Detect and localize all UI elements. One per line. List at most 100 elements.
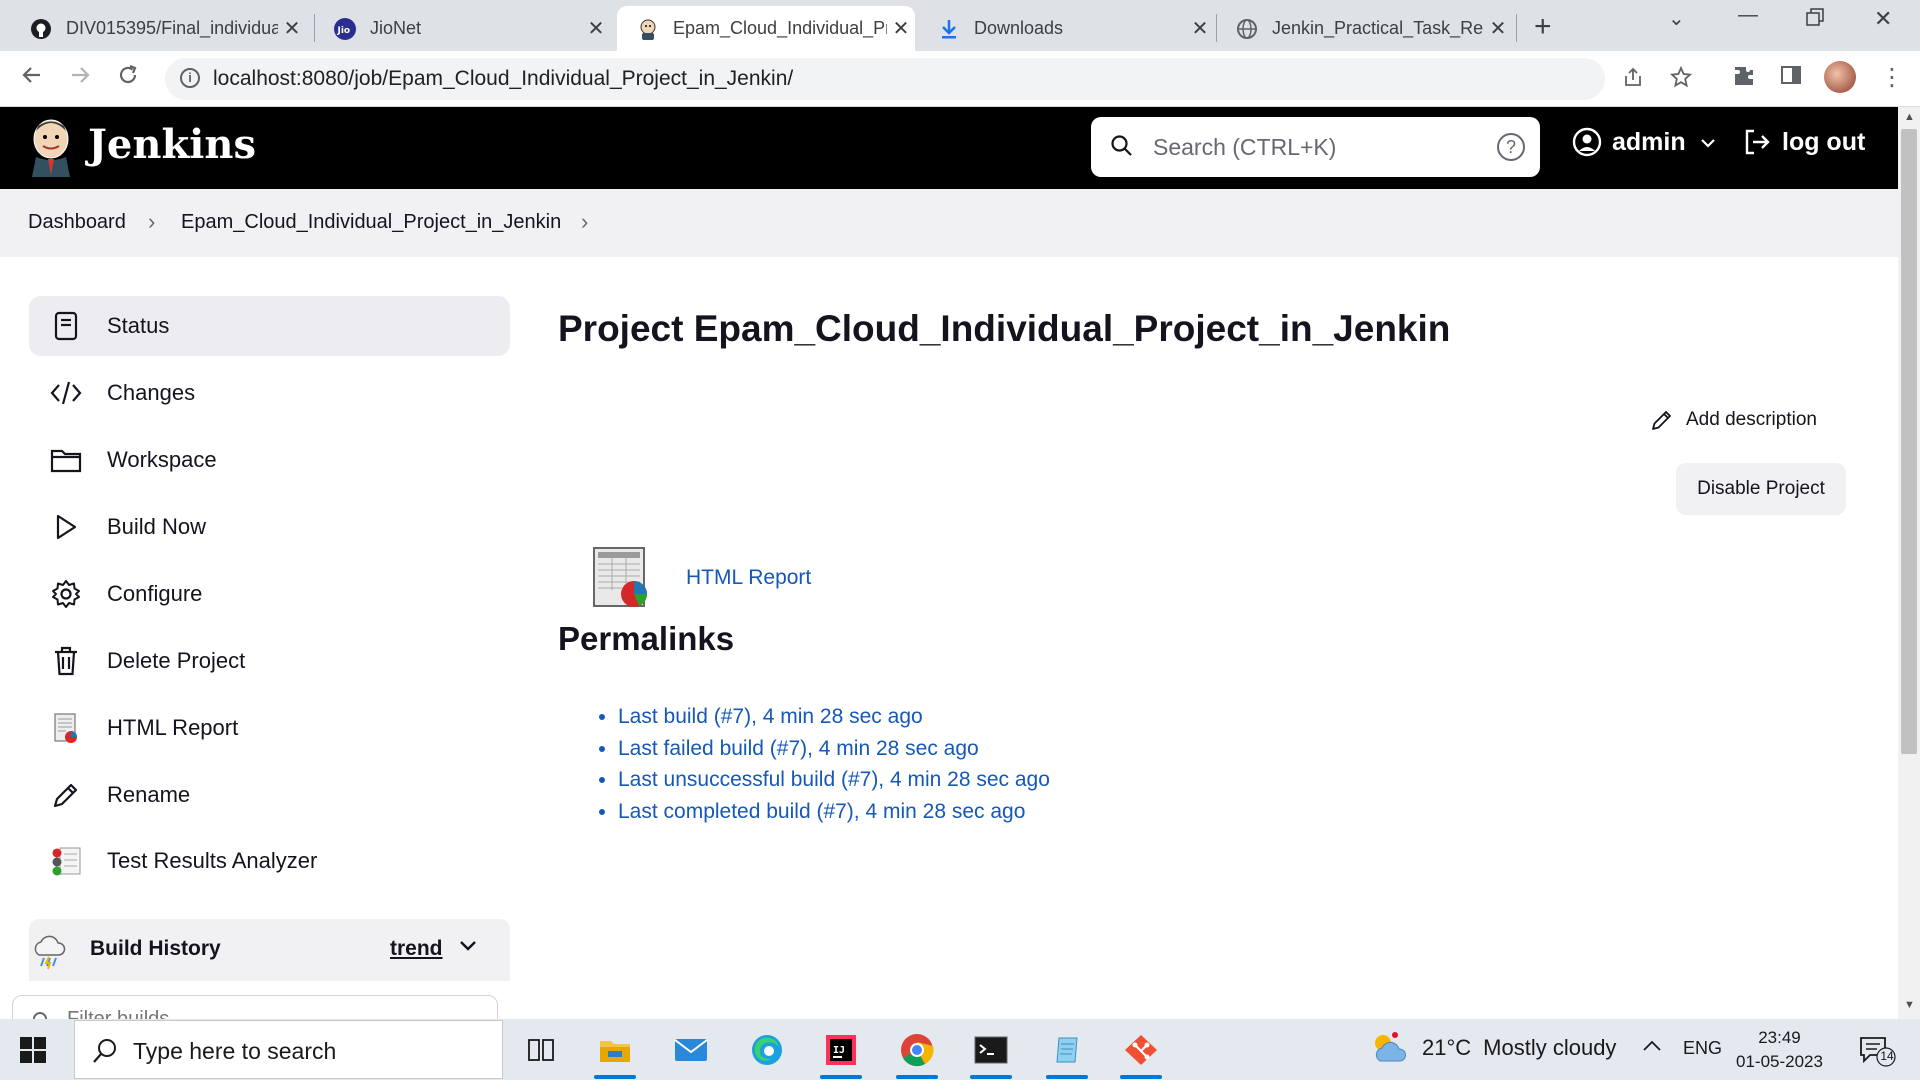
- browser-tab-title: Downloads: [974, 18, 1064, 38]
- browser-tab[interactable]: Jenkin_Practical_Task_Report ✕: [1216, 6, 1512, 51]
- mail-icon[interactable]: [664, 1027, 718, 1073]
- breadcrumb-project[interactable]: Epam_Cloud_Individual_Project_in_Jenkin: [181, 211, 561, 234]
- address-bar[interactable]: i localhost:8080/job/Epam_Cloud_Individu…: [165, 58, 1693, 100]
- notepad-icon[interactable]: [1040, 1027, 1094, 1079]
- minimize-icon[interactable]: —: [1738, 4, 1758, 27]
- sidebar-item-build-now[interactable]: Build Now: [29, 497, 510, 557]
- user-menu[interactable]: admin: [1572, 127, 1716, 157]
- browser-menu-icon[interactable]: ⋮: [1880, 63, 1904, 92]
- sidebar-item-configure[interactable]: Configure: [29, 564, 510, 624]
- intellij-icon[interactable]: IJ: [814, 1027, 868, 1079]
- input-language[interactable]: ENG: [1683, 1038, 1722, 1059]
- windows-taskbar: Type here to search IJ 21°C Mostly cloud…: [0, 1019, 1920, 1080]
- trend-link[interactable]: trend: [390, 937, 443, 961]
- sidebar-item-html-report[interactable]: HTML Report: [29, 698, 510, 758]
- sidebar-item-label: Changes: [107, 380, 196, 405]
- browser-tab-title: Epam_Cloud_Individual_Project: [673, 18, 887, 38]
- jenkins-logo-icon[interactable]: [28, 117, 74, 177]
- pencil-icon: [49, 778, 83, 812]
- profile-avatar[interactable]: [1824, 61, 1856, 93]
- sidebar-item-rename[interactable]: Rename: [29, 765, 510, 825]
- scrollbar-thumb[interactable]: [1901, 129, 1917, 754]
- taskbar-search-box[interactable]: Type here to search: [74, 1020, 503, 1079]
- html-report-link[interactable]: HTML Report: [686, 566, 811, 590]
- breadcrumb-dashboard[interactable]: Dashboard: [28, 211, 126, 234]
- search-input[interactable]: [1153, 127, 1473, 167]
- gear-icon: [49, 577, 83, 611]
- chrome-icon[interactable]: [890, 1027, 944, 1079]
- html-report-icon[interactable]: [592, 546, 652, 610]
- close-icon[interactable]: ✕: [1484, 16, 1512, 41]
- permalink-last-failed-build[interactable]: Last failed build (#7), 4 min 28 sec ago: [618, 737, 979, 760]
- close-icon[interactable]: ✕: [582, 16, 610, 41]
- username: admin: [1612, 127, 1686, 156]
- help-icon[interactable]: ?: [1497, 133, 1525, 161]
- jenkins-header: Jenkins ? admin log out: [0, 107, 1898, 189]
- running-indicator: [970, 1075, 1012, 1079]
- add-description-link[interactable]: Add description: [1650, 408, 1817, 432]
- sidebar-item-label: Rename: [107, 782, 191, 807]
- browser-tab[interactable]: DIV015395/Final_individual ✕: [10, 6, 306, 51]
- globe-icon: [1236, 18, 1258, 40]
- taskbar-clock[interactable]: 23:49 01-05-2023: [1736, 1026, 1823, 1074]
- weather-widget[interactable]: 21°C Mostly cloudy: [1370, 1031, 1616, 1065]
- side-panel-icon[interactable]: [1780, 64, 1802, 92]
- git-tool-icon[interactable]: [1114, 1027, 1168, 1079]
- sidebar-item-label: Build Now: [107, 514, 207, 539]
- share-icon[interactable]: [1622, 66, 1644, 94]
- add-description-label: Add description: [1686, 409, 1817, 430]
- search-icon: [93, 1039, 116, 1063]
- sidebar-item-label: Configure: [107, 581, 203, 606]
- permalink-last-build[interactable]: Last build (#7), 4 min 28 sec ago: [618, 705, 923, 728]
- jenkins-brand[interactable]: Jenkins: [88, 121, 256, 168]
- browser-toolbar: i localhost:8080/job/Epam_Cloud_Individu…: [0, 51, 1920, 107]
- restore-icon[interactable]: [1806, 8, 1824, 32]
- page-scrollbar[interactable]: ▲ ▼: [1898, 107, 1920, 1019]
- browser-tab-active[interactable]: Epam_Cloud_Individual_Project ✕: [617, 6, 915, 51]
- sidebar-item-delete-project[interactable]: Delete Project: [29, 631, 510, 691]
- logout-button[interactable]: log out: [1742, 127, 1865, 157]
- browser-tab[interactable]: Jio JioNet ✕: [314, 6, 610, 51]
- chevron-right-icon[interactable]: ›: [581, 209, 588, 235]
- extensions-icon[interactable]: [1732, 64, 1756, 94]
- window-close-icon[interactable]: ✕: [1874, 6, 1892, 32]
- chevron-down-icon[interactable]: [459, 935, 477, 958]
- permalink-last-unsuccessful-build[interactable]: Last unsuccessful build (#7), 4 min 28 s…: [618, 768, 1050, 791]
- disable-project-button[interactable]: Disable Project: [1676, 463, 1846, 515]
- terminal-icon[interactable]: [964, 1027, 1018, 1079]
- close-icon[interactable]: ✕: [278, 16, 306, 41]
- sidebar-item-label: HTML Report: [107, 715, 239, 740]
- site-info-icon[interactable]: i: [180, 68, 200, 88]
- list-item: Last build (#7), 4 min 28 sec ago: [618, 705, 1050, 737]
- windows-start-icon[interactable]: [20, 1037, 46, 1063]
- url-text[interactable]: localhost:8080/job/Epam_Cloud_Individual…: [213, 67, 793, 91]
- sidebar-item-changes[interactable]: Changes: [29, 363, 510, 423]
- trash-icon: [49, 644, 83, 678]
- html-report-icon: [49, 711, 83, 745]
- page-title: Project Epam_Cloud_Individual_Project_in…: [558, 308, 1451, 349]
- browser-tab[interactable]: Downloads ✕: [918, 6, 1214, 51]
- edge-icon[interactable]: [740, 1027, 794, 1073]
- scroll-up-icon[interactable]: ▲: [1904, 111, 1915, 123]
- sidebar-item-workspace[interactable]: Workspace: [29, 430, 510, 490]
- sidebar-item-status[interactable]: Status: [29, 296, 510, 356]
- chevron-up-icon[interactable]: [1642, 1037, 1662, 1058]
- permalink-last-completed-build[interactable]: Last completed build (#7), 4 min 28 sec …: [618, 800, 1025, 823]
- browser-tab-title: DIV015395/Final_individual: [66, 18, 278, 38]
- new-tab-icon[interactable]: +: [1534, 10, 1552, 44]
- task-view-icon[interactable]: [514, 1027, 568, 1073]
- close-icon[interactable]: ✕: [887, 16, 915, 41]
- browser-tab-title: JioNet: [370, 18, 422, 38]
- tab-search-chevron-icon[interactable]: ⌄: [1668, 6, 1685, 31]
- search-box[interactable]: ?: [1091, 117, 1540, 177]
- file-explorer-icon[interactable]: [588, 1027, 642, 1079]
- notifications-icon[interactable]: 14: [1858, 1035, 1898, 1072]
- scroll-down-icon[interactable]: ▼: [1904, 999, 1915, 1011]
- reload-icon[interactable]: [116, 63, 140, 94]
- forward-icon[interactable]: [68, 63, 92, 94]
- sidebar-item-test-results-analyzer[interactable]: Test Results Analyzer: [29, 831, 510, 891]
- bookmark-star-icon[interactable]: [1669, 65, 1693, 94]
- back-icon[interactable]: [20, 63, 44, 94]
- close-icon[interactable]: ✕: [1186, 16, 1214, 41]
- test-results-icon: [49, 844, 83, 878]
